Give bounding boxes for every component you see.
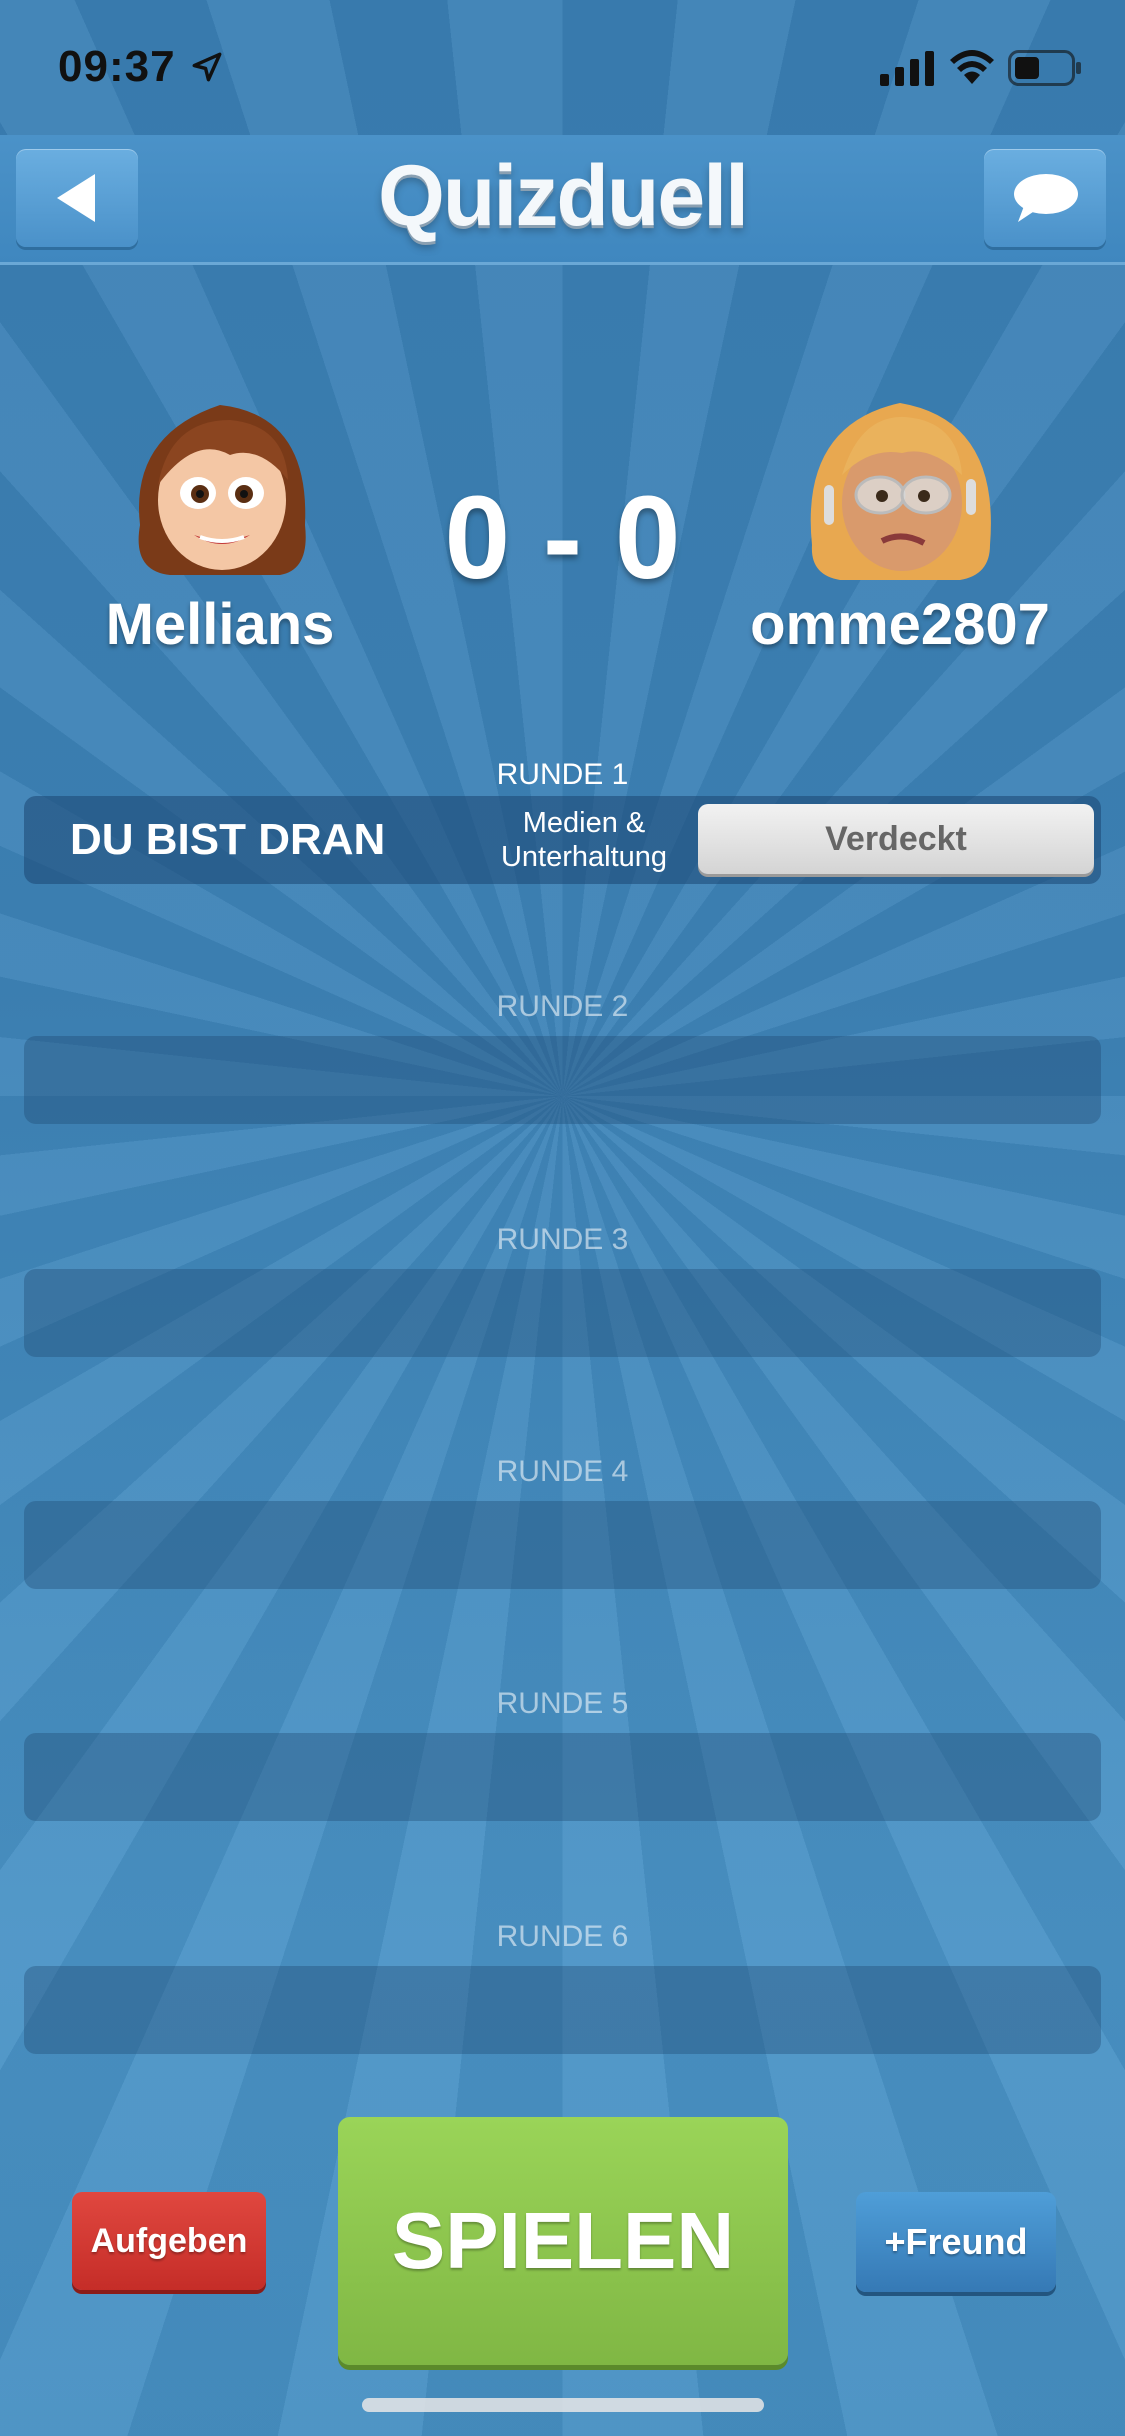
signal-icon xyxy=(880,51,934,86)
chat-button[interactable] xyxy=(984,149,1106,247)
score: 0 - 0 xyxy=(444,472,681,604)
round-bar xyxy=(24,1501,1101,1589)
avatar-right xyxy=(810,403,991,580)
round-label: RUNDE 4 xyxy=(496,1455,629,1488)
player-name-right: omme2807 xyxy=(750,592,1050,657)
navigation-bar: Quizduell xyxy=(0,135,1125,265)
avatar-left xyxy=(138,405,306,575)
round-6: RUNDE 6 xyxy=(24,1920,1101,2054)
round-bar xyxy=(24,1269,1101,1357)
category-line-2: Unterhaltung xyxy=(500,841,668,873)
round-bar xyxy=(24,1966,1101,2054)
home-indicator[interactable] xyxy=(362,2398,764,2412)
round-5: RUNDE 5 xyxy=(24,1687,1101,1821)
round-4: RUNDE 4 xyxy=(24,1455,1101,1589)
round-bar[interactable]: DU BIST DRAN Medien & Unterhaltung Verde… xyxy=(24,796,1101,884)
chat-bubble-icon xyxy=(1014,174,1078,222)
round-1: RUNDE 1 DU BIST DRAN Medien & Unterhaltu… xyxy=(24,758,1101,884)
round-label: RUNDE 1 xyxy=(496,758,629,791)
category-line-1: Medien & xyxy=(522,807,646,839)
background-rays xyxy=(0,0,1125,2436)
round-label: RUNDE 5 xyxy=(496,1687,629,1720)
round-bar xyxy=(24,1733,1101,1821)
app-title: Quizduell xyxy=(378,148,749,244)
add-friend-button[interactable]: +Freund xyxy=(856,2192,1056,2292)
round-label: RUNDE 6 xyxy=(496,1920,629,1953)
status-time: 09:37 xyxy=(58,42,176,91)
hidden-result-button[interactable]: Verdeckt xyxy=(698,804,1094,874)
round-3: RUNDE 3 xyxy=(24,1223,1101,1357)
give-up-button[interactable]: Aufgeben xyxy=(72,2192,266,2290)
location-arrow-icon xyxy=(192,52,222,82)
round-label: RUNDE 3 xyxy=(496,1223,629,1256)
wifi-icon xyxy=(950,50,994,84)
play-button[interactable]: SPIELEN xyxy=(338,2117,788,2365)
battery-icon xyxy=(1008,50,1081,86)
player-left[interactable]: Mellians xyxy=(50,375,390,658)
player-right[interactable]: omme2807 xyxy=(730,375,1070,658)
status-bar: 09:37 xyxy=(0,0,1125,135)
round-category: Medien & Unterhaltung xyxy=(444,806,724,874)
round-bar xyxy=(24,1036,1101,1124)
round-label: RUNDE 2 xyxy=(496,990,629,1023)
player-name-left: Mellians xyxy=(105,592,335,657)
turn-indicator: DU BIST DRAN xyxy=(70,815,386,864)
round-2: RUNDE 2 xyxy=(24,990,1101,1124)
